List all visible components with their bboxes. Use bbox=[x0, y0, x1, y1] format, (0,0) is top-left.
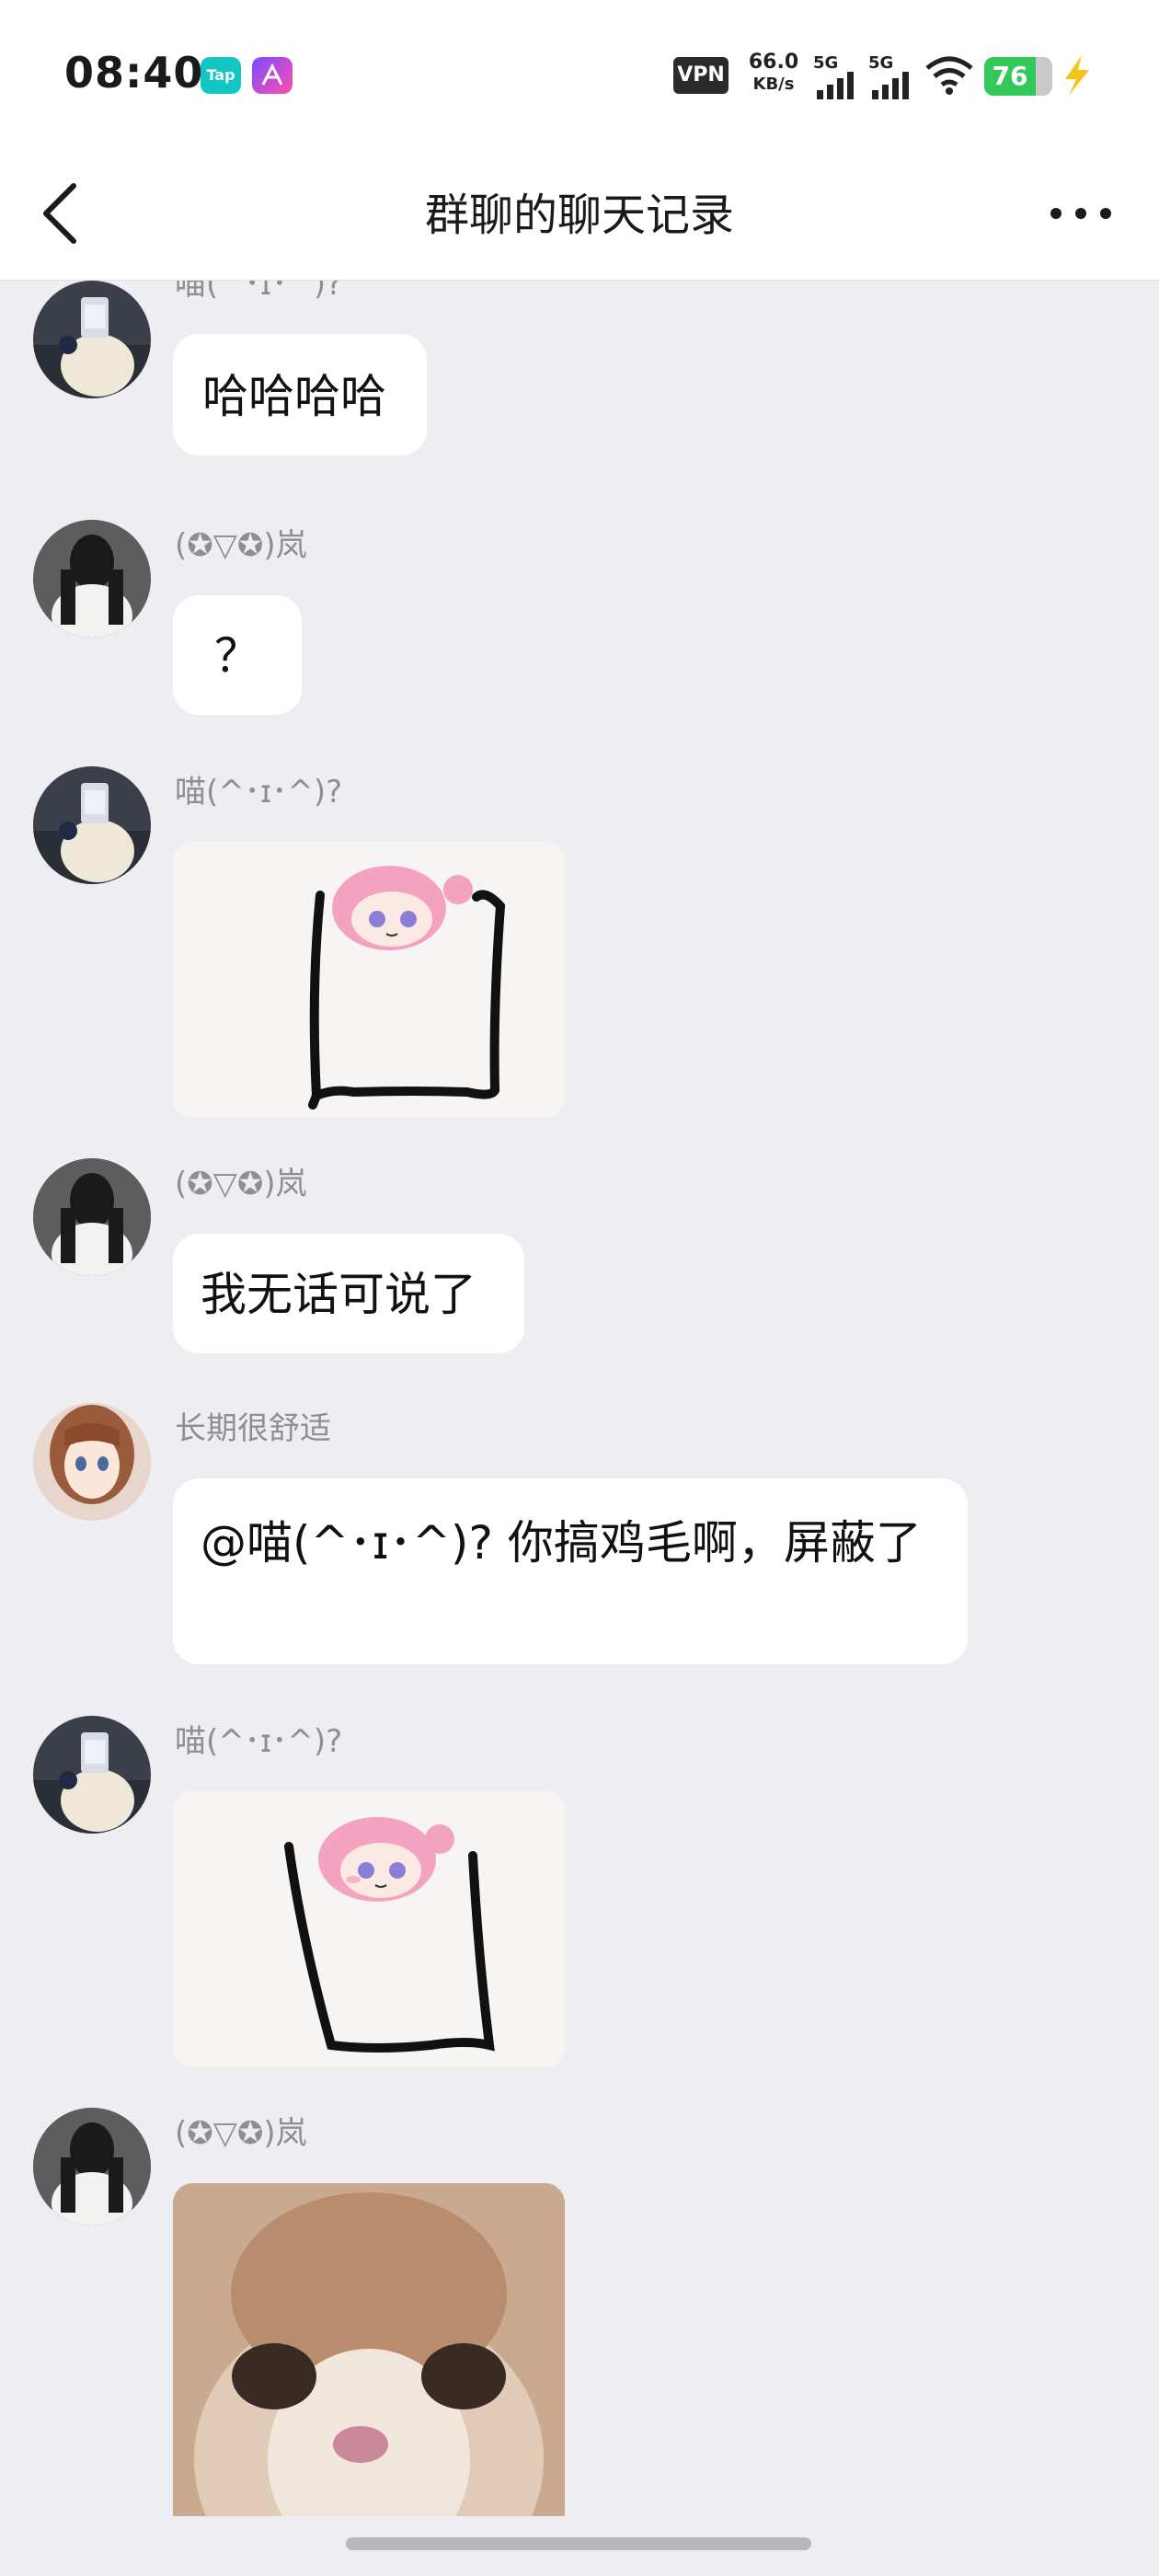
sender-name: 喵(^･ɪ･^)? bbox=[175, 1723, 343, 1760]
avatar-miao[interactable] bbox=[33, 766, 151, 884]
sender-name: (✪▽✪)岚 bbox=[175, 2115, 307, 2152]
chat-history-header: 群聊的聊天记录 bbox=[0, 147, 1159, 281]
chat-message: 喵(^･ɪ･^)? bbox=[0, 766, 1159, 1134]
signal-5g-icon: 5G bbox=[813, 53, 865, 99]
chat-message: (✪▽✪)岚 bbox=[0, 2108, 1159, 2516]
sticker-image[interactable] bbox=[173, 2183, 565, 2516]
charging-bolt-icon bbox=[1065, 55, 1089, 96]
chat-message: (✪▽✪)岚 我无话可说了 bbox=[0, 1158, 1159, 1379]
avatar-miao[interactable] bbox=[33, 281, 151, 398]
home-indicator[interactable] bbox=[346, 2537, 811, 2550]
message-bubble[interactable]: 哈哈哈哈 bbox=[173, 334, 427, 455]
signal-label-2: 5G bbox=[868, 53, 894, 73]
chat-message: 喵(^･ɪ･^)? 哈哈哈哈 bbox=[0, 281, 1159, 511]
network-speed: 66.0 KB/s bbox=[741, 52, 806, 96]
message-bubble[interactable]: ？ bbox=[173, 595, 302, 715]
wifi-icon bbox=[925, 56, 973, 95]
sender-name: 喵(^･ɪ･^)? bbox=[175, 281, 343, 303]
sender-name: 长期很舒适 bbox=[175, 1410, 331, 1447]
status-time: 08:40 bbox=[64, 48, 204, 98]
sticker-image[interactable] bbox=[173, 1791, 565, 2067]
avatar-lan[interactable] bbox=[33, 1158, 151, 1276]
chat-message: 喵(^･ɪ･^)? bbox=[0, 1716, 1159, 2084]
chat-message: (✪▽✪)岚 ？ bbox=[0, 520, 1159, 759]
anime-girl-box-sticker-icon bbox=[173, 842, 565, 1118]
cat-face-sticker-icon bbox=[173, 2183, 565, 2516]
sender-name: (✪▽✪)岚 bbox=[175, 1166, 307, 1202]
avatar-lan[interactable] bbox=[33, 520, 151, 638]
avatar-lan[interactable] bbox=[33, 2108, 151, 2225]
sender-name: (✪▽✪)岚 bbox=[175, 527, 307, 564]
more-dots-icon bbox=[1050, 208, 1111, 219]
signal-label: 5G bbox=[813, 53, 839, 73]
sender-name: 喵(^･ɪ･^)? bbox=[175, 774, 343, 811]
network-speed-unit: KB/s bbox=[752, 75, 795, 94]
more-options-button[interactable] bbox=[1039, 175, 1122, 252]
avatar-miao[interactable] bbox=[33, 1716, 151, 1834]
tap-app-icon: Tap bbox=[201, 57, 241, 94]
avatar-changqi[interactable] bbox=[33, 1403, 151, 1521]
app-notification-icon bbox=[252, 57, 293, 94]
status-bar: 08:40 Tap VPN 66.0 KB/s 5G 5G 76 bbox=[0, 0, 1159, 147]
chat-history-list[interactable]: 喵(^･ɪ･^)? 哈哈哈哈 (✪▽✪)岚 ？ 喵(^･ɪ･^)? (✪▽✪)岚… bbox=[0, 281, 1159, 2516]
sticker-image[interactable] bbox=[173, 842, 565, 1118]
chat-message: 长期很舒适 @喵(^･ɪ･^)? 你搞鸡毛啊，屏蔽了 bbox=[0, 1403, 1159, 1716]
battery-icon: 76 bbox=[984, 57, 1052, 96]
message-bubble[interactable]: @喵(^･ɪ･^)? 你搞鸡毛啊，屏蔽了 bbox=[173, 1478, 968, 1664]
vpn-icon: VPN bbox=[673, 57, 729, 94]
signal-5g-icon-2: 5G bbox=[868, 53, 920, 99]
message-bubble[interactable]: 我无话可说了 bbox=[173, 1234, 524, 1353]
battery-level: 76 bbox=[992, 61, 1028, 91]
page-title: 群聊的聊天记录 bbox=[424, 190, 734, 241]
anime-girl-box-sticker-icon bbox=[173, 1791, 565, 2067]
network-speed-value: 66.0 bbox=[748, 51, 799, 74]
